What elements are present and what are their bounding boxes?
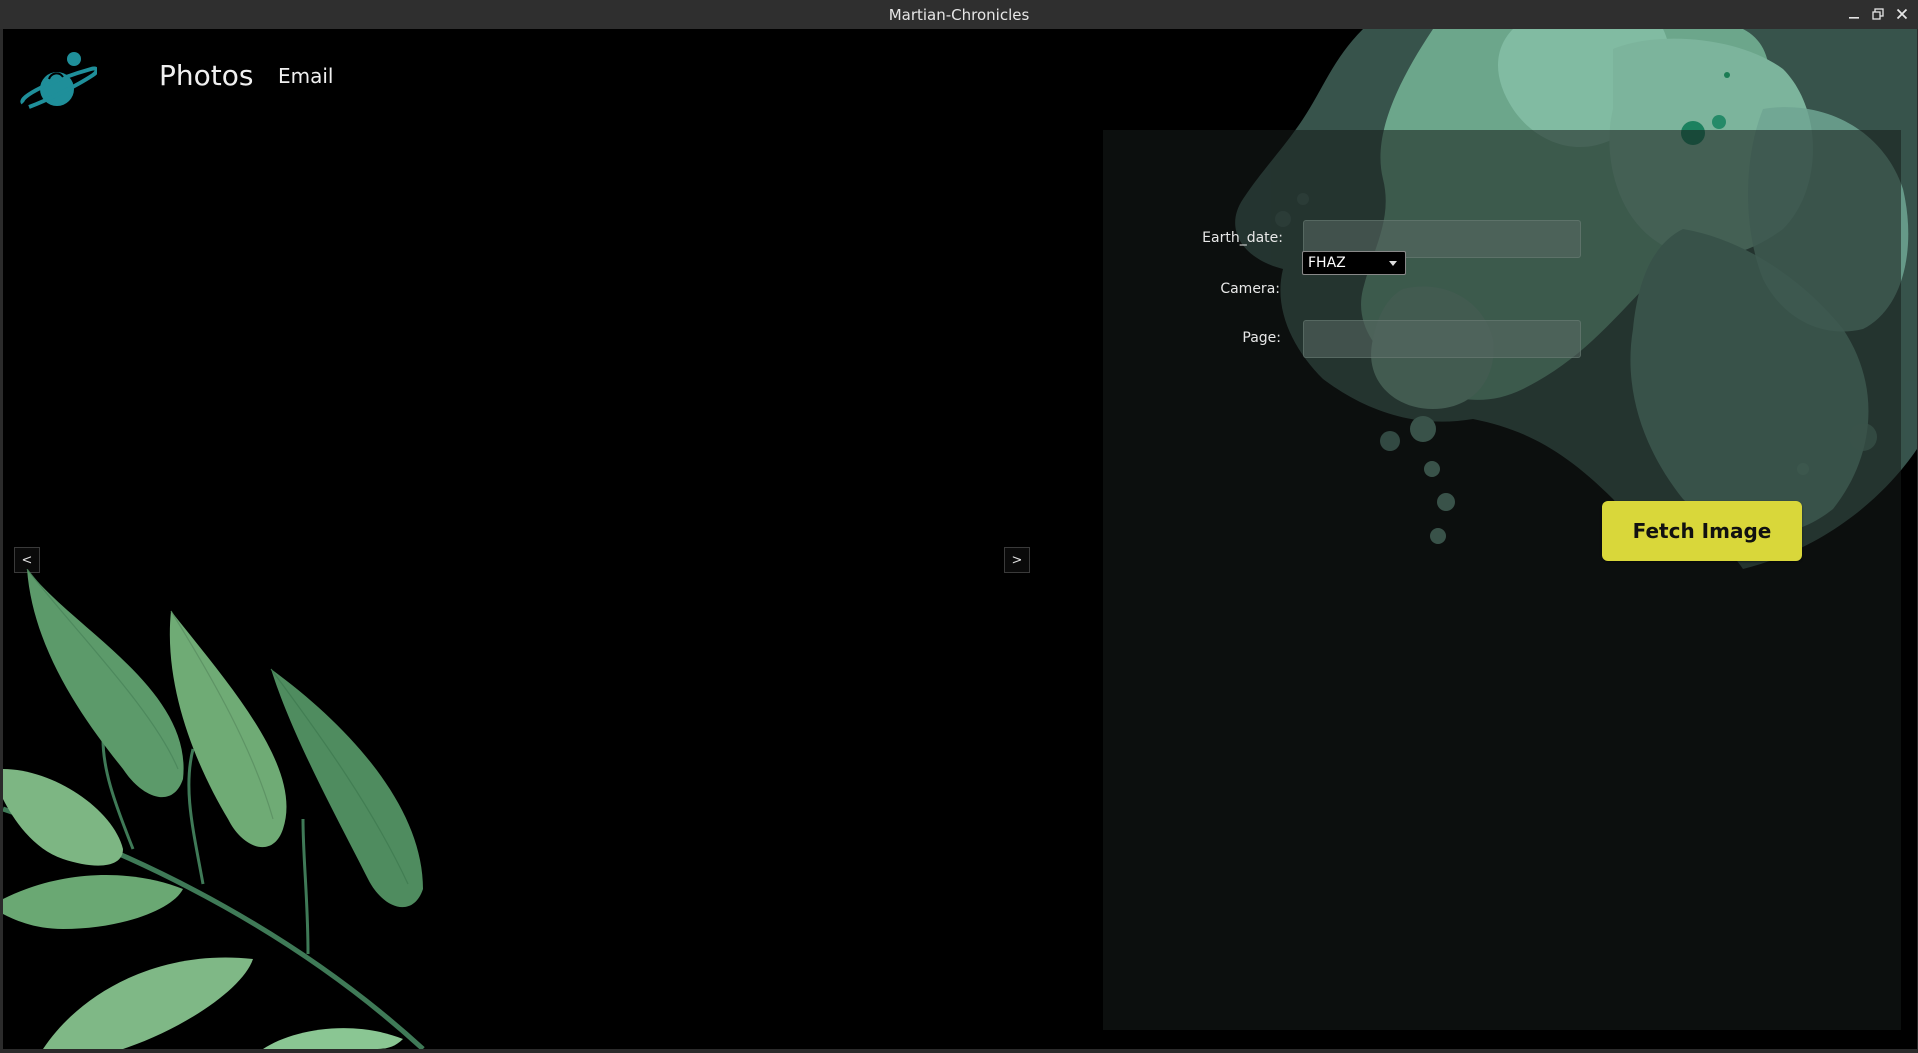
fetch-image-button[interactable]: Fetch Image <box>1602 501 1802 561</box>
window-title: Martian-Chronicles <box>888 6 1030 24</box>
window-controls <box>1846 3 1910 25</box>
page-label: Page: <box>1242 330 1281 346</box>
planet-logo-icon <box>20 52 97 109</box>
earth-date-label: Earth_date: <box>1202 230 1283 246</box>
page-input[interactable] <box>1303 320 1581 358</box>
leaf-branch-decoration <box>3 569 425 1049</box>
camera-label: Camera: <box>1220 281 1280 297</box>
chevron-down-icon <box>1389 261 1397 266</box>
camera-select-value: FHAZ <box>1308 255 1346 271</box>
maximize-icon[interactable] <box>1870 3 1886 25</box>
app-window: Martian-Chronicles Photos Email < > Eart… <box>0 0 1918 1053</box>
next-image-button[interactable]: > <box>1004 547 1030 573</box>
window-bottom-border <box>0 1049 1918 1053</box>
search-form-panel <box>1103 130 1901 1030</box>
nav-email-link[interactable]: Email <box>278 64 334 88</box>
title-bar[interactable]: Martian-Chronicles <box>0 0 1918 29</box>
minimize-icon[interactable] <box>1846 3 1862 25</box>
nav-photos-link[interactable]: Photos <box>159 59 253 92</box>
camera-select[interactable]: FHAZ <box>1302 251 1406 275</box>
close-icon[interactable] <box>1894 3 1910 25</box>
